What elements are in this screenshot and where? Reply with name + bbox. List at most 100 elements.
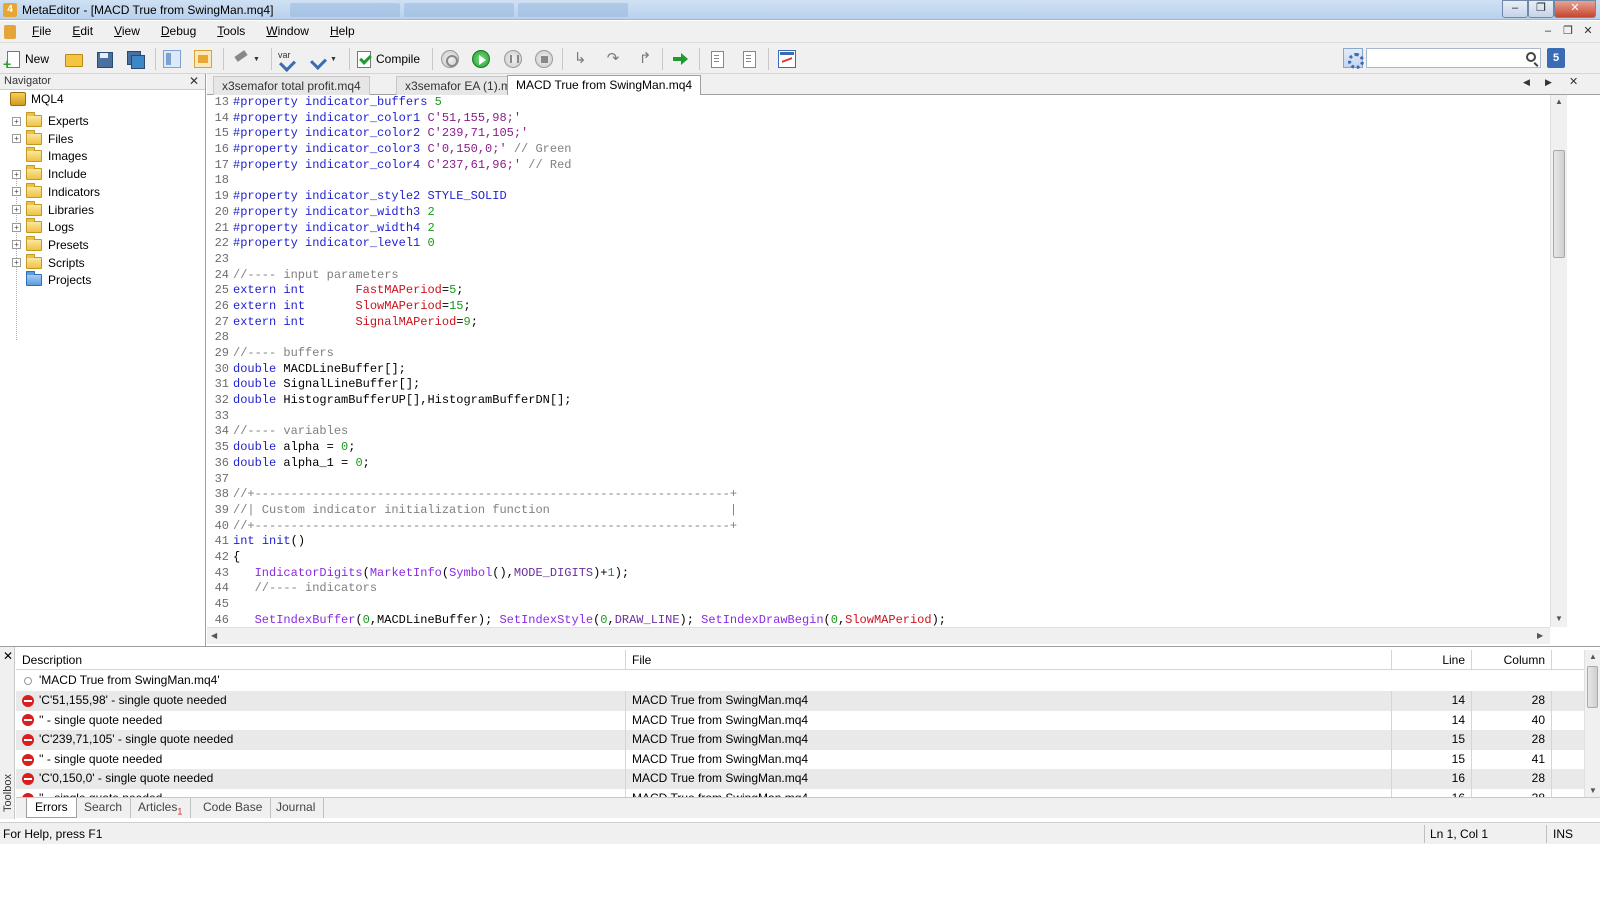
insert-function-button[interactable]: ▼	[309, 47, 337, 71]
tree-root-mql4[interactable]: MQL4	[10, 92, 64, 106]
tab-close-icon[interactable]: ✕	[1569, 75, 1578, 88]
errors-scroll-thumb[interactable]	[1587, 666, 1598, 708]
errors-file-row[interactable]: 'MACD True from SwingMan.mq4'	[16, 671, 1584, 691]
new-button[interactable]: New	[3, 47, 49, 72]
search-input[interactable]	[1367, 49, 1517, 67]
toolbox-close-icon[interactable]: ✕	[3, 649, 13, 663]
expand-icon[interactable]: +	[12, 205, 21, 214]
expand-icon[interactable]: +	[12, 116, 21, 126]
error-row[interactable]: 'C'0,150,0' - single quote needed MACD Tr…	[16, 769, 1584, 789]
menu-window[interactable]: Window	[266, 24, 318, 38]
step-over-button[interactable]: ↷	[604, 47, 622, 71]
gear-icon[interactable]	[1343, 48, 1364, 69]
column-description[interactable]: Description	[16, 650, 626, 670]
tab-x3semafor-total-profit[interactable]: x3semafor total profit.mq4	[213, 76, 370, 95]
code-editor[interactable]: 13 #property indicator_buffers 5 14 #proper…	[207, 95, 1600, 627]
error-row[interactable]: 'C'239,71,105' - single quote needed MACD…	[16, 730, 1584, 750]
tree-item-experts[interactable]: + Experts	[12, 112, 89, 130]
tab-journal[interactable]: Journal	[268, 798, 325, 818]
start-debug-button[interactable]	[472, 47, 490, 71]
menu-tools[interactable]: Tools	[217, 24, 254, 38]
errors-scroll-up-icon[interactable]: ▲	[1589, 652, 1597, 661]
title-bar: 4 MetaEditor - [MACD True from SwingMan.…	[0, 0, 1600, 20]
tree-item-logs[interactable]: + Logs	[12, 218, 74, 236]
menu-help[interactable]: Help	[330, 24, 364, 38]
scroll-right-icon[interactable]: ▶	[1537, 631, 1543, 640]
expand-icon[interactable]: +	[12, 187, 21, 197]
close-button[interactable]: ✕	[1554, 0, 1596, 18]
tree-item-libraries[interactable]: + Libraries	[12, 200, 94, 219]
mql5-storage-icon[interactable]: 5	[1547, 48, 1565, 68]
mdi-minimize-button[interactable]: –	[1540, 24, 1556, 38]
code-token: extern	[233, 298, 277, 313]
restart-debug-button[interactable]	[441, 47, 459, 71]
error-row[interactable]: '' - single quote needed MACD True from S…	[16, 749, 1584, 770]
menu-file[interactable]: File	[32, 24, 60, 38]
expand-icon[interactable]: +	[12, 222, 21, 232]
line-number: 17	[214, 157, 229, 172]
expand-icon[interactable]: +	[12, 134, 21, 144]
save-all-button[interactable]	[126, 47, 145, 71]
code-lines: 13 #property indicator_buffers 5 14 #proper…	[207, 95, 1550, 627]
tab-scroll-right-icon[interactable]: ▶	[1545, 77, 1552, 88]
tab-search[interactable]: Search	[76, 798, 132, 818]
editor-vertical-scrollbar[interactable]: ▲ ▼	[1550, 95, 1567, 627]
error-row[interactable]: '' - single quote needed MACD True from S…	[16, 710, 1584, 731]
tree-item-include[interactable]: + Include	[12, 165, 87, 183]
expand-icon[interactable]: +	[12, 258, 21, 268]
editor-horizontal-scrollbar[interactable]: ◀ ▶	[207, 627, 1550, 644]
expand-icon[interactable]: +	[12, 169, 21, 179]
tab-articles[interactable]: Articles1	[130, 798, 192, 818]
run-to-cursor-button[interactable]	[671, 47, 689, 71]
stop-debug-button[interactable]	[535, 47, 553, 71]
search-icon[interactable]	[1526, 52, 1536, 62]
pause-debug-button[interactable]	[504, 47, 522, 71]
minimize-button[interactable]: –	[1502, 0, 1528, 18]
compile-button[interactable]: Compile	[355, 47, 420, 71]
navigator-toggle-button[interactable]	[163, 47, 181, 71]
profile-button[interactable]	[708, 47, 726, 71]
code-token: //+-------------------------------------…	[233, 487, 738, 502]
error-row[interactable]: 'C'51,155,98' - single quote needed MACD …	[16, 691, 1584, 711]
tree-item-indicators[interactable]: + Indicators	[12, 182, 100, 201]
code-line: 30 double MACDLineBuffer[];	[207, 362, 1550, 378]
expand-icon[interactable]: +	[12, 240, 21, 250]
styler-button[interactable]: ▼	[232, 47, 260, 71]
tree-item-projects[interactable]: Projects	[12, 271, 91, 289]
find-in-files-button[interactable]	[740, 47, 758, 71]
menu-view[interactable]: View	[114, 24, 149, 38]
tree-item-presets[interactable]: + Presets	[12, 235, 89, 254]
scroll-left-icon[interactable]: ◀	[211, 631, 217, 640]
step-into-button[interactable]: ↳	[571, 47, 589, 71]
line-number: 46	[214, 612, 229, 627]
scroll-down-icon[interactable]: ▼	[1555, 614, 1563, 623]
tab-code-base[interactable]: Code Base	[195, 798, 272, 818]
step-out-button[interactable]: ↱	[636, 47, 654, 71]
editor-scroll-thumb[interactable]	[1553, 150, 1565, 258]
insert-variable-button[interactable]: var	[278, 47, 296, 71]
open-button[interactable]	[64, 47, 83, 71]
tab-scroll-left-icon[interactable]: ◀	[1523, 77, 1530, 88]
mdi-close-button[interactable]: ✕	[1580, 24, 1596, 38]
save-button[interactable]	[95, 47, 113, 71]
tree-item-scripts[interactable]: + Scripts	[12, 253, 85, 272]
terminal-button[interactable]	[778, 47, 796, 71]
errors-vertical-scrollbar[interactable]: ▲ ▼	[1584, 650, 1600, 798]
navigator-close-icon[interactable]: ✕	[189, 74, 199, 89]
maximize-button[interactable]: ❐	[1528, 0, 1554, 18]
errors-scroll-down-icon[interactable]: ▼	[1589, 786, 1597, 795]
tree-item-files[interactable]: + Files	[12, 129, 73, 148]
mdi-restore-button[interactable]: ❐	[1560, 24, 1576, 38]
tab-errors[interactable]: Errors	[26, 798, 77, 818]
column-line[interactable]: Line	[1392, 650, 1472, 670]
scroll-up-icon[interactable]: ▲	[1555, 97, 1563, 106]
toolbox-toggle-button[interactable]	[194, 47, 212, 71]
column-file[interactable]: File	[626, 650, 1392, 670]
column-column[interactable]: Column	[1472, 650, 1552, 670]
menu-edit[interactable]: Edit	[72, 24, 102, 38]
tab-macd-true[interactable]: MACD True from SwingMan.mq4	[507, 75, 702, 95]
tree-item-images[interactable]: Images	[12, 147, 87, 165]
menu-debug[interactable]: Debug	[161, 24, 205, 38]
document-icon[interactable]	[4, 25, 16, 39]
